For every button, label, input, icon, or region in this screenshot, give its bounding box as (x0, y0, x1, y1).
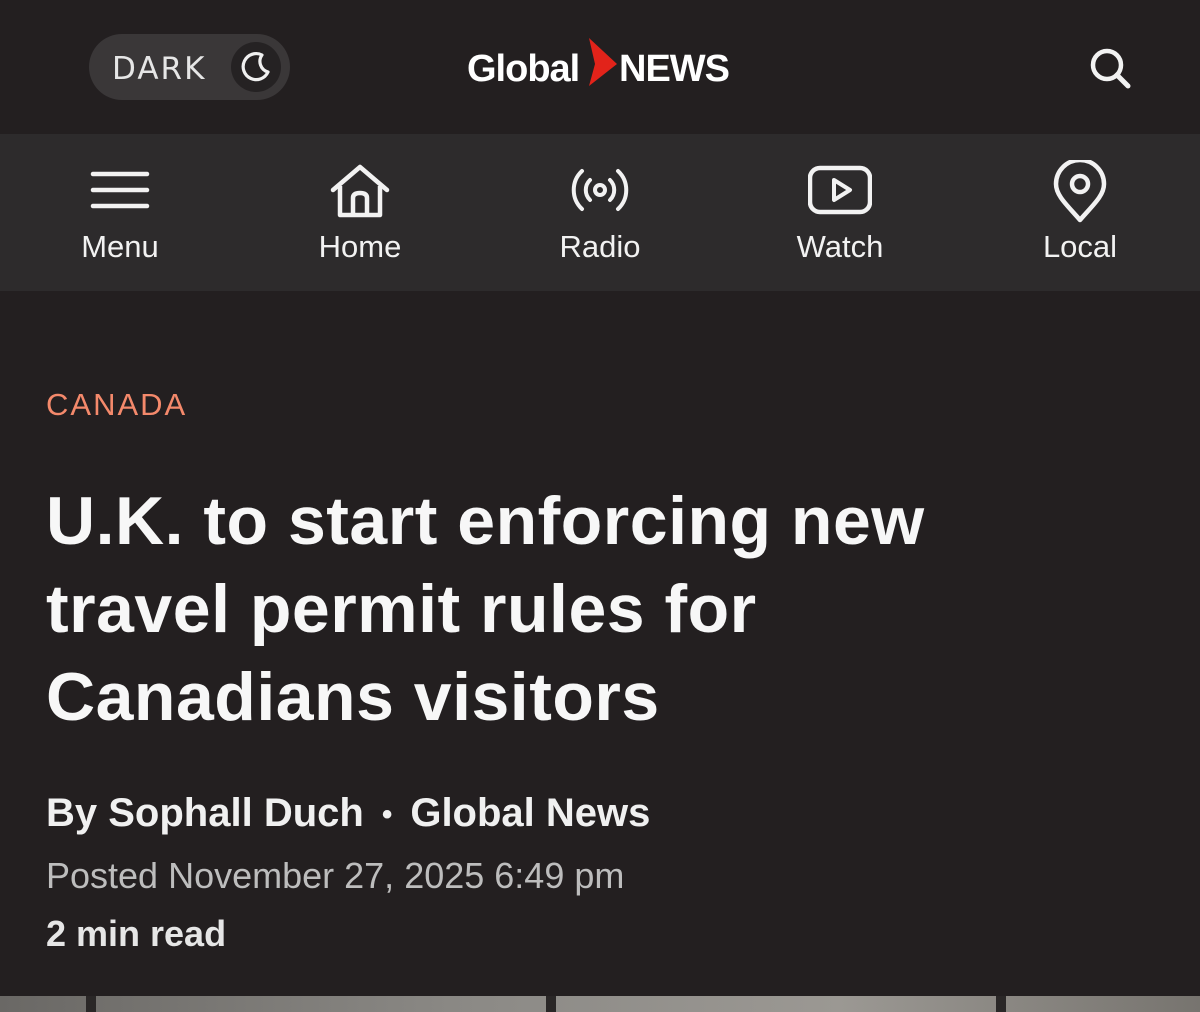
image-detail (546, 996, 556, 1012)
article-byline: By Sophall Duch • Global News (46, 791, 650, 836)
page: DARK Global NEWS Menu Home Radio Watch L… (0, 0, 1200, 1012)
article-source[interactable]: Global News (410, 791, 650, 835)
nav-item-menu[interactable]: Menu (0, 134, 240, 291)
logo-chevron-icon (589, 38, 617, 86)
location-pin-icon (1053, 160, 1107, 223)
main-nav: Menu Home Radio Watch Local (0, 134, 1200, 291)
nav-label-radio: Radio (559, 229, 641, 264)
nav-label-local: Local (1042, 229, 1118, 264)
nav-item-home[interactable]: Home (240, 134, 480, 291)
play-video-icon (808, 165, 872, 215)
article-read-time: 2 min read (46, 913, 227, 954)
hamburger-menu-icon (90, 171, 150, 209)
article-category-link[interactable]: CANADA (46, 387, 187, 423)
image-detail (996, 996, 1006, 1012)
logo-news-text: NEWS (619, 48, 730, 90)
byline-separator: • (381, 798, 393, 832)
top-header: DARK Global NEWS (0, 0, 1200, 134)
logo-global-text: Global (467, 48, 580, 90)
dark-mode-label: DARK (112, 51, 207, 87)
article-hero-image (0, 996, 1200, 1012)
nav-label-menu: Menu (81, 229, 159, 264)
nav-item-local[interactable]: Local (960, 134, 1200, 291)
image-detail (86, 996, 96, 1012)
search-button[interactable] (1087, 45, 1133, 91)
article-posted-date: Posted November 27, 2025 6:49 pm (46, 855, 625, 896)
nav-item-radio[interactable]: Radio (480, 134, 720, 291)
nav-item-watch[interactable]: Watch (720, 134, 960, 291)
nav-label-home: Home (318, 229, 402, 264)
article-headline: U.K. to start enforcing new travel permi… (46, 483, 925, 735)
global-news-logo[interactable]: Global NEWS (467, 38, 737, 98)
search-icon (1090, 48, 1131, 89)
article-author[interactable]: By Sophall Duch (46, 791, 364, 835)
home-icon (330, 164, 390, 218)
moon-icon (231, 42, 281, 92)
nav-label-watch: Watch (796, 229, 884, 264)
radio-broadcast-icon (571, 169, 629, 211)
